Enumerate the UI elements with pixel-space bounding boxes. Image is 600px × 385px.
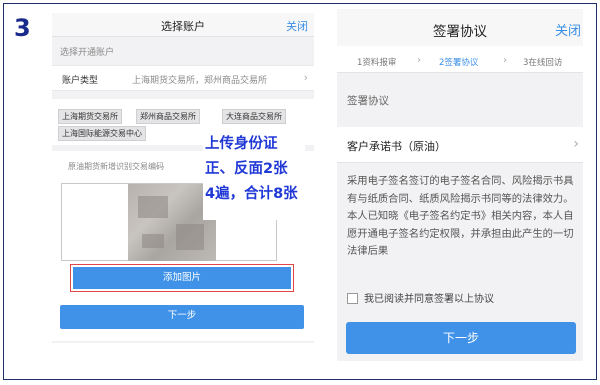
exchange-tag[interactable]: 上海期货交易所 xyxy=(58,109,122,124)
exchange-tag[interactable]: 大连商品交易所 xyxy=(222,109,286,124)
agree-row[interactable]: 我已阅读并同意签署以上协议 xyxy=(347,290,494,305)
progress-steps: 1资料报审 › 2签署协议 › 3在线回访 xyxy=(337,49,583,73)
upload-instruction-note: 上传身份证 正、反面2张 4遍，合计8张 xyxy=(203,128,305,220)
left-page-title: 选择账户 xyxy=(161,20,205,33)
exchange-tag[interactable]: 上海国际能源交易中心 xyxy=(58,126,146,141)
right-close-button[interactable]: 关闭 xyxy=(555,20,581,39)
right-next-button[interactable]: 下一步 xyxy=(346,322,576,354)
section-label: 签署协议 xyxy=(347,95,389,107)
account-type-label: 账户类型 xyxy=(62,76,99,86)
add-image-highlight: 添加图片 xyxy=(70,264,294,292)
step-item: 1资料报审 xyxy=(357,58,397,68)
note-line: 上传身份证 xyxy=(205,136,278,152)
account-type-row[interactable]: 账户类型 上海期货交易所，郑州商品交易所 › xyxy=(52,65,314,91)
chevron-right-icon: › xyxy=(573,136,579,152)
customer-commitment-row[interactable]: 客户承诺书（原油） › xyxy=(337,127,583,163)
agreement-text: 采用电子签名签订的电子签名合同、风险揭示书具有与纸质合同、纸质风险揭示书同等的法… xyxy=(347,175,574,257)
agreement-section-header: 签署协议 xyxy=(337,73,583,127)
account-type-value: 上海期货交易所，郑州商品交易所 xyxy=(132,76,268,86)
sign-agreement-screen: 签署协议 关闭 1资料报审 › 2签署协议 › 3在线回访 签署协议 客户承诺书… xyxy=(337,9,583,361)
left-close-button[interactable]: 关闭 xyxy=(286,18,308,34)
left-header: 选择账户 关闭 xyxy=(52,13,314,37)
step-number: 3 xyxy=(14,14,31,42)
left-next-button[interactable]: 下一步 xyxy=(60,305,304,329)
note-line: 4遍，合计8张 xyxy=(205,186,298,202)
chevron-right-icon: › xyxy=(417,55,421,66)
chevron-right-icon: › xyxy=(503,55,507,66)
exchange-tag[interactable]: 郑州商品交易所 xyxy=(136,109,200,124)
right-page-title: 签署协议 xyxy=(433,24,487,40)
agree-checkbox[interactable] xyxy=(347,293,358,304)
right-header: 签署协议 关闭 xyxy=(337,9,583,46)
step-item-active: 2签署协议 xyxy=(439,58,479,68)
add-image-button[interactable]: 添加图片 xyxy=(73,267,291,289)
document-label: 客户承诺书（原油） xyxy=(347,140,446,153)
select-account-label: 选择开通账户 xyxy=(60,48,115,58)
chevron-right-icon: › xyxy=(303,71,308,84)
step-item: 3在线回访 xyxy=(523,58,563,68)
upload-hint: 原油期货新增识别交易编码 xyxy=(68,162,164,171)
note-line: 正、反面2张 xyxy=(205,161,288,177)
agreement-body: 采用电子签名签订的电子签名合同、风险揭示书具有与纸质合同、纸质风险揭示书同等的法… xyxy=(337,163,583,361)
agree-label: 我已阅读并同意签署以上协议 xyxy=(364,294,494,305)
